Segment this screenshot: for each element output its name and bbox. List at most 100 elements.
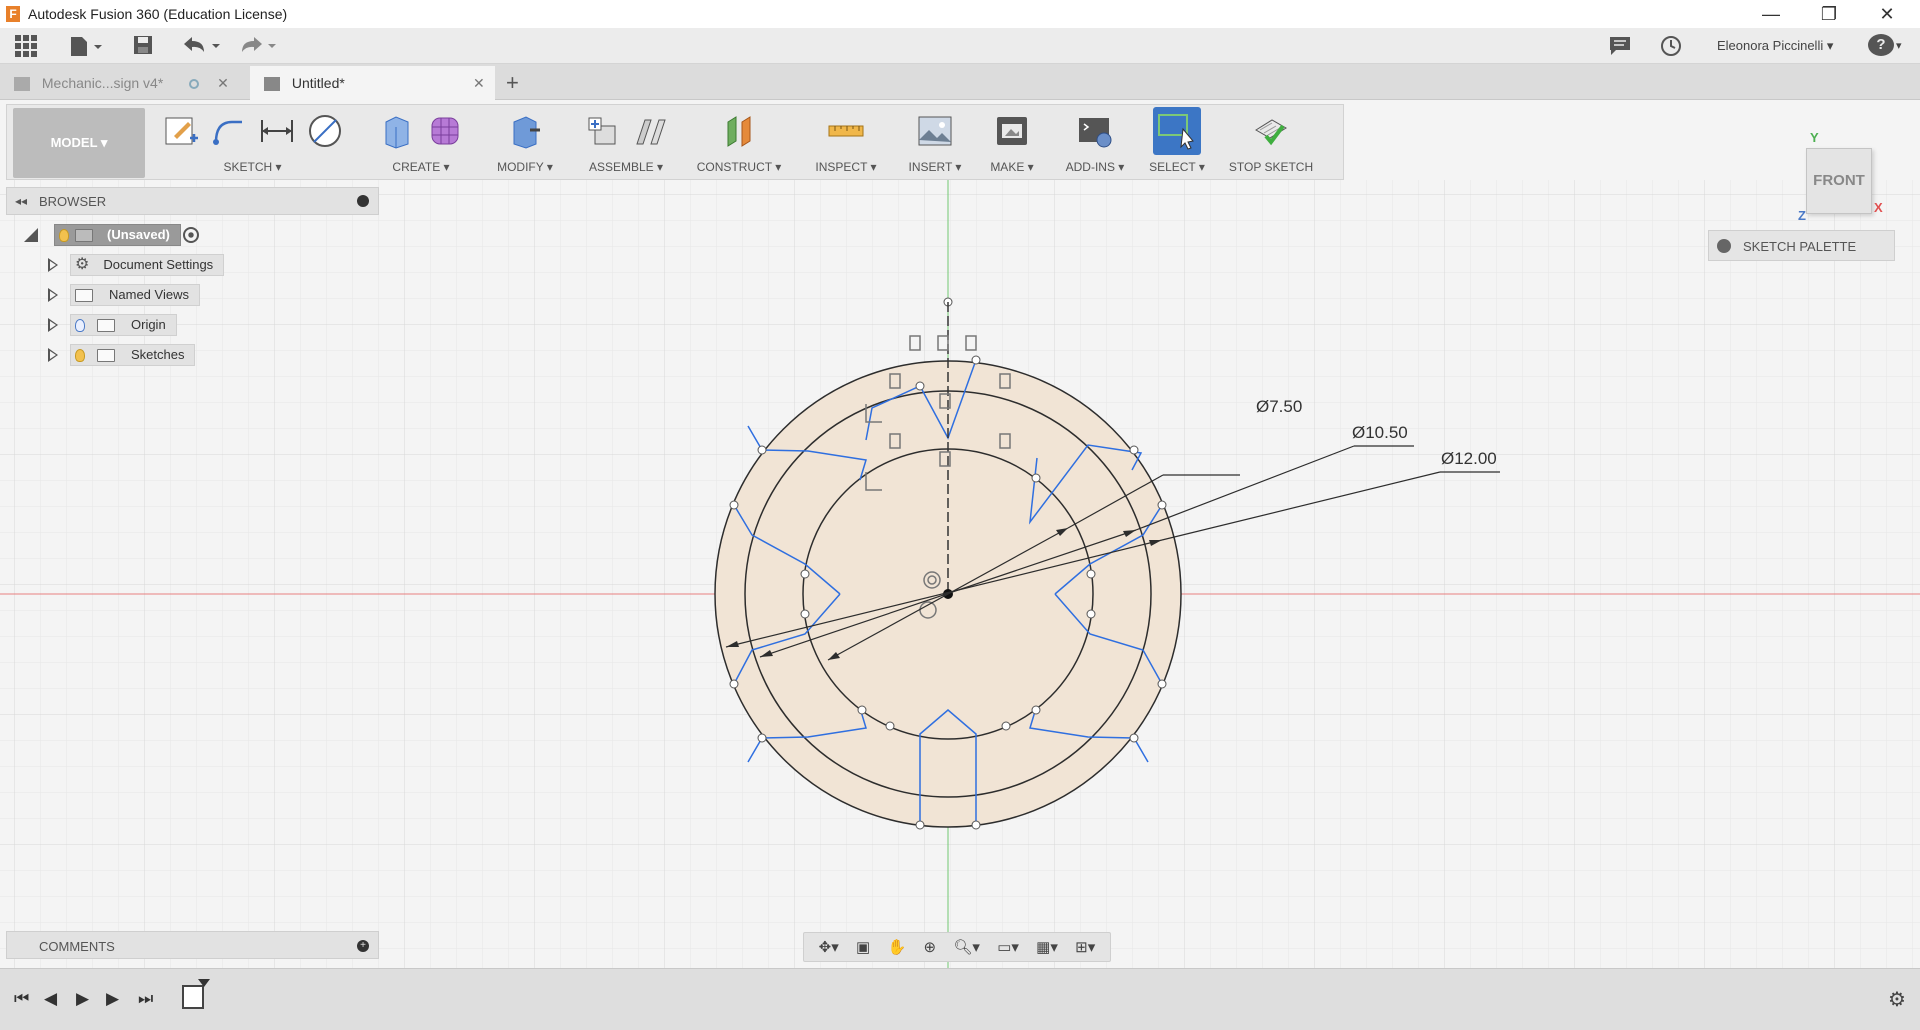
insert-menu[interactable]: INSERT ▾ [897, 157, 973, 177]
orbit-icon[interactable]: ✥▾ [819, 938, 839, 956]
viewcube-axis-z-label: Z [1798, 208, 1806, 223]
document-settings-label: Document Settings [103, 257, 214, 272]
expand-arrow-icon[interactable] [48, 318, 58, 332]
file-menu-icon[interactable] [68, 34, 102, 58]
step-back-icon[interactable]: ◀︎ [44, 989, 57, 1009]
offset-plane-icon[interactable] [720, 112, 758, 150]
job-status-clock-icon[interactable] [1659, 34, 1683, 58]
undo-icon[interactable] [180, 34, 224, 58]
new-component-icon[interactable] [583, 112, 621, 150]
tab-untitled[interactable]: Untitled* ✕ [250, 66, 495, 100]
close-tab-icon[interactable]: ✕ [217, 75, 229, 91]
visibility-bulb-off-icon[interactable] [75, 318, 85, 332]
select-tool-icon[interactable] [1153, 107, 1201, 155]
visibility-bulb-icon[interactable] [75, 348, 85, 362]
make-menu[interactable]: MAKE ▾ [977, 157, 1047, 177]
dimension-label-d10-5[interactable]: Ø10.50 [1352, 423, 1408, 442]
zoom-icon[interactable]: ⊕ [923, 938, 936, 956]
activate-component-icon[interactable] [182, 227, 199, 243]
extrude-icon[interactable] [378, 112, 416, 150]
add-ins-menu[interactable]: ADD-INS ▾ [1055, 157, 1135, 177]
help-icon[interactable]: ? [1868, 34, 1894, 56]
display-settings-icon[interactable]: ▭▾ [997, 938, 1019, 956]
application-bar: Eleonora Piccinelli ▾ ? ▾ [0, 28, 1920, 64]
press-pull-icon[interactable] [506, 112, 544, 150]
sketch-menu[interactable]: SKETCH ▾ [145, 157, 360, 177]
play-icon[interactable]: ▶︎ [76, 989, 89, 1009]
line-tool-icon[interactable] [210, 112, 248, 150]
measure-icon[interactable] [827, 112, 865, 150]
tab-label: Untitled* [291, 75, 345, 91]
sketch-palette-panel[interactable]: SKETCH PALETTE [1708, 230, 1895, 261]
help-dropdown-icon[interactable]: ▾ [1896, 34, 1902, 58]
step-forward-icon[interactable]: ▶︎ [106, 989, 119, 1009]
sketch-dimension-icon[interactable] [258, 112, 296, 150]
expand-arrow-icon[interactable] [48, 258, 58, 272]
user-menu[interactable]: Eleonora Piccinelli ▾ [1717, 34, 1833, 58]
tab-mechanic-design[interactable]: Mechanic...sign v4* ✕ [0, 66, 248, 100]
pan-hand-icon[interactable]: ✋ [888, 938, 907, 956]
viewports-icon[interactable]: ⊞▾ [1075, 938, 1095, 956]
form-icon[interactable] [426, 112, 464, 150]
sketch-palette-header: SKETCH PALETTE [1743, 239, 1857, 254]
create-sketch-icon[interactable] [162, 112, 200, 150]
grid-settings-icon[interactable]: ▦▾ [1036, 938, 1058, 956]
close-button[interactable]: ✕ [1858, 0, 1916, 28]
redo-icon[interactable] [236, 34, 280, 58]
fit-icon[interactable]: 🔍︎▾ [953, 938, 980, 956]
browser-item-named-views[interactable]: Named Views [48, 283, 200, 307]
stop-sketch-button[interactable]: STOP SKETCH [1219, 157, 1323, 177]
expand-icon[interactable] [1717, 239, 1731, 253]
collapse-root-icon[interactable] [24, 228, 38, 242]
workspace-switcher[interactable]: MODEL ▾ [13, 108, 145, 178]
toolbar: MODEL ▾ SKETCH ▾ CREATE ▾ MODIFY ▾ ASSEM… [6, 104, 1344, 180]
timeline-settings-gear-icon[interactable]: ⚙ [1888, 987, 1906, 1012]
folder-icon [75, 288, 93, 302]
scripts-add-ins-icon[interactable] [1076, 112, 1114, 150]
new-tab-plus-icon[interactable]: + [506, 66, 519, 100]
sketches-label: Sketches [131, 347, 185, 362]
close-tab-icon[interactable]: ✕ [473, 66, 485, 100]
inspect-menu[interactable]: INSPECT ▾ [801, 157, 891, 177]
look-at-icon[interactable]: ▣ [856, 938, 870, 956]
collapse-browser-icon[interactable]: ◂◂ [15, 194, 27, 208]
data-panel-grid-icon[interactable] [14, 34, 38, 58]
stop-sketch-icon[interactable] [1252, 112, 1290, 150]
add-comment-icon[interactable]: + [357, 940, 369, 952]
3d-print-icon[interactable] [993, 112, 1031, 150]
comments-panel[interactable]: COMMENTS + [6, 931, 379, 959]
construct-group: CONSTRUCT ▾ [689, 105, 789, 181]
viewcube-front-face[interactable]: FRONT [1806, 148, 1872, 214]
timeline-marker-icon[interactable] [198, 979, 210, 987]
document-icon [14, 77, 30, 92]
browser-item-sketches[interactable]: Sketches [48, 343, 196, 367]
browser-root-row[interactable]: (Unsaved) [24, 223, 199, 247]
modify-menu[interactable]: MODIFY ▾ [481, 157, 569, 177]
go-to-start-icon[interactable]: ⏮ [14, 989, 29, 1009]
save-icon[interactable] [132, 34, 154, 58]
timeline-sketch-feature-icon[interactable] [182, 985, 204, 1009]
dimension-label-d12[interactable]: Ø12.00 [1441, 449, 1497, 468]
modify-group: MODIFY ▾ [481, 105, 569, 181]
joint-icon[interactable] [631, 112, 669, 150]
viewcube-axis-y-label: Y [1810, 130, 1819, 145]
visibility-bulb-icon[interactable] [59, 228, 69, 242]
expand-arrow-icon[interactable] [48, 288, 58, 302]
minimize-button[interactable]: — [1742, 0, 1800, 28]
circle-tool-icon[interactable] [306, 112, 344, 150]
construct-menu[interactable]: CONSTRUCT ▾ [689, 157, 789, 177]
browser-item-document-settings[interactable]: ⚙ Document Settings [48, 253, 225, 277]
design-canvas[interactable]: Ø7.50 Ø10.50 Ø12.00 [0, 180, 1920, 968]
dimension-label-d7-5[interactable]: Ø7.50 [1256, 397, 1302, 416]
browser-item-origin[interactable]: Origin [48, 313, 177, 337]
restore-button[interactable]: ❐ [1800, 0, 1858, 28]
insert-image-icon[interactable] [916, 112, 954, 150]
create-menu[interactable]: CREATE ▾ [367, 157, 475, 177]
notifications-icon[interactable] [1608, 34, 1632, 58]
assemble-menu[interactable]: ASSEMBLE ▾ [575, 157, 677, 177]
select-menu[interactable]: SELECT ▾ [1141, 157, 1213, 177]
go-to-end-icon[interactable]: ⏭ [138, 989, 153, 1009]
expand-arrow-icon[interactable] [48, 348, 58, 362]
browser-panel[interactable]: ◂◂ BROWSER [6, 187, 379, 215]
browser-options-icon[interactable] [357, 195, 369, 207]
